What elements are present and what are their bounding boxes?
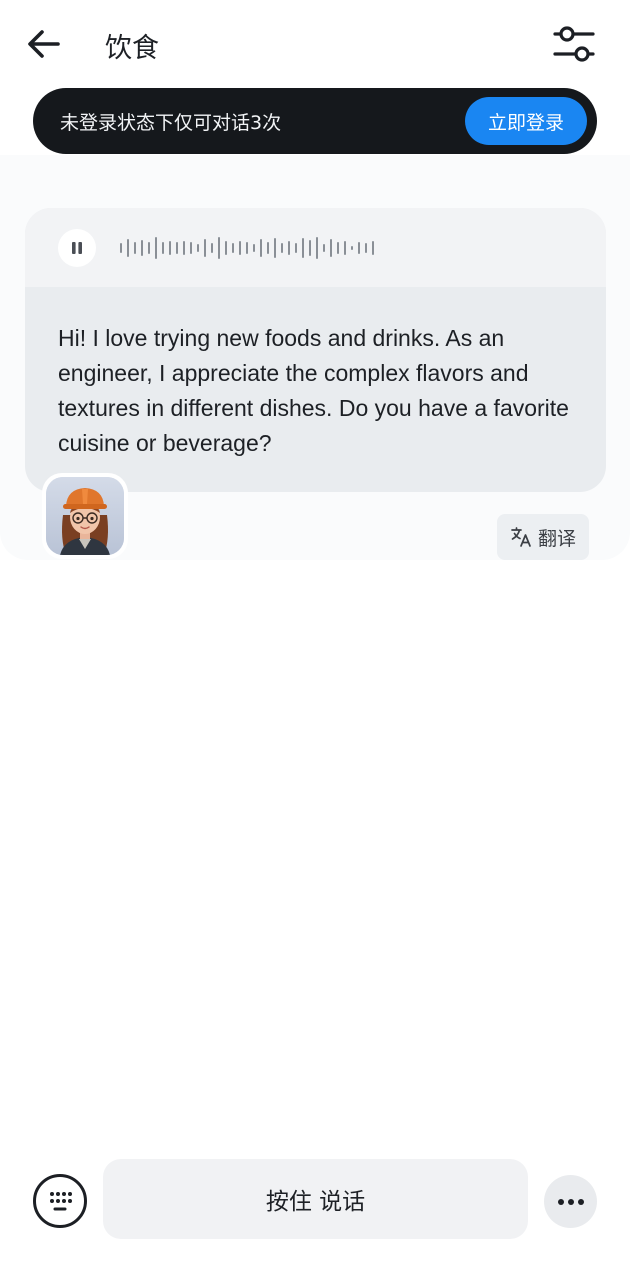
translate-button[interactable]: 翻译	[497, 514, 589, 560]
translate-icon	[511, 527, 531, 547]
back-arrow-icon	[28, 30, 60, 58]
login-now-button[interactable]: 立即登录	[465, 97, 587, 145]
audio-waveform	[120, 237, 374, 259]
settings-button[interactable]	[550, 20, 598, 68]
page-title: 饮食	[105, 33, 159, 64]
translate-label: 翻译	[537, 527, 576, 550]
login-banner: 未登录状态下仅可对话3次 立即登录	[33, 88, 597, 154]
audio-player	[25, 208, 606, 287]
more-dots-icon	[557, 1198, 584, 1205]
back-button[interactable]	[22, 22, 66, 66]
more-button[interactable]	[544, 1175, 597, 1228]
message-text: Hi! I love trying new foods and drinks. …	[58, 325, 569, 456]
pause-icon	[72, 242, 82, 254]
keyboard-icon	[50, 1192, 72, 1211]
hold-to-talk-button[interactable]: 按住 说话	[103, 1159, 528, 1239]
pause-button[interactable]	[58, 229, 96, 267]
message-bubble: Hi! I love trying new foods and drinks. …	[25, 208, 606, 492]
keyboard-button[interactable]	[33, 1174, 87, 1228]
avatar[interactable]	[42, 473, 128, 559]
login-limit-text: 未登录状态下仅可对话3次	[60, 112, 282, 134]
avatar-image	[46, 477, 124, 555]
top-bar: 饮食	[0, 0, 630, 88]
chat-screen: 饮食 未登录状态下仅可对话3次 立即登录 Hi! I love trying n…	[0, 0, 630, 1280]
sliders-icon	[553, 26, 595, 62]
